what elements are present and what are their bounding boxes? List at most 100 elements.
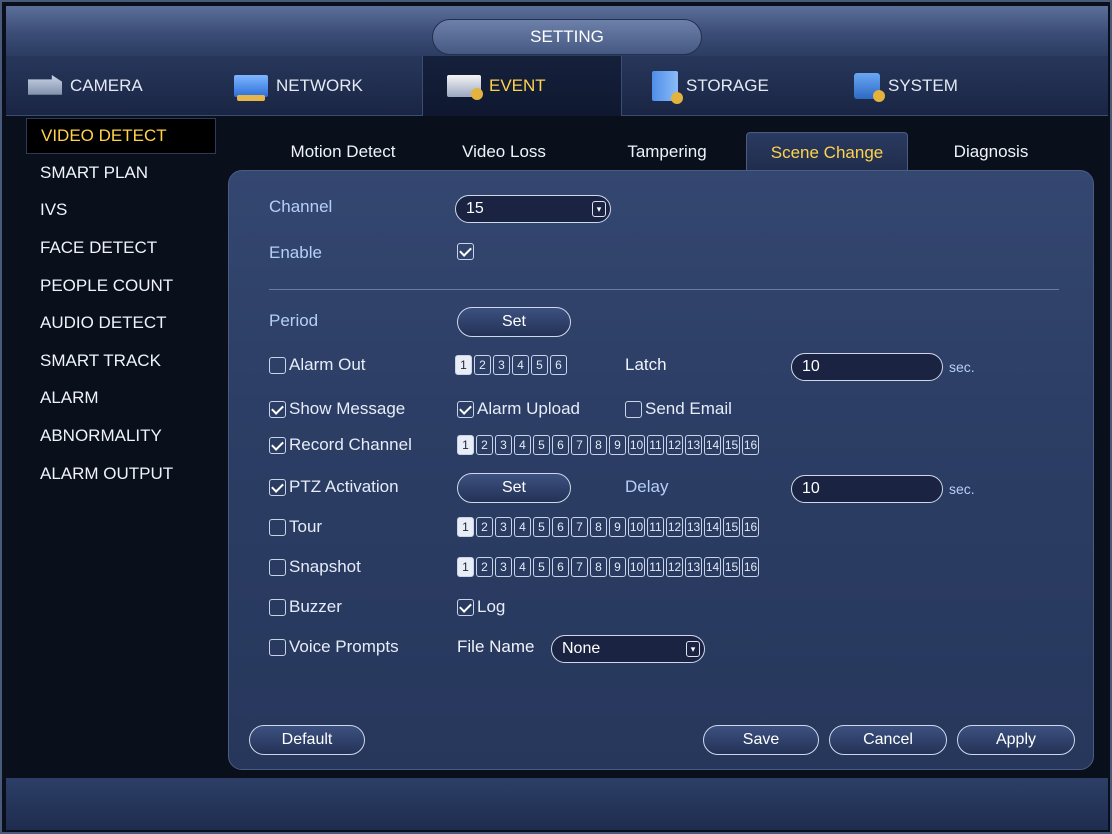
sidebar-item-smart-plan[interactable]: SMART PLAN — [26, 154, 216, 192]
snap-ch-7[interactable]: 7 — [571, 557, 588, 577]
sidebar-item-video-detect[interactable]: VIDEO DETECT — [26, 118, 216, 154]
record-ch-2[interactable]: 2 — [476, 435, 493, 455]
record-channel-checkbox[interactable]: Record Channel — [269, 435, 412, 455]
snap-ch-6[interactable]: 6 — [552, 557, 569, 577]
tab-video-loss[interactable]: Video Loss — [438, 132, 570, 172]
record-ch-3[interactable]: 3 — [495, 435, 512, 455]
default-button[interactable]: Default — [249, 725, 365, 755]
snap-ch-2[interactable]: 2 — [476, 557, 493, 577]
tour-ch-3[interactable]: 3 — [495, 517, 512, 537]
tour-ch-2[interactable]: 2 — [476, 517, 493, 537]
ptz-set-button[interactable]: Set — [457, 473, 571, 503]
channel-select[interactable]: 15 ▾ — [455, 195, 611, 223]
buzzer-checkbox[interactable]: Buzzer — [269, 597, 342, 617]
tour-ch-9[interactable]: 9 — [609, 517, 626, 537]
snap-ch-16[interactable]: 16 — [742, 557, 759, 577]
snap-ch-5[interactable]: 5 — [533, 557, 550, 577]
snap-ch-1[interactable]: 1 — [457, 557, 474, 577]
record-ch-14[interactable]: 14 — [704, 435, 721, 455]
sidebar-item-audio-detect[interactable]: AUDIO DETECT — [26, 304, 216, 342]
tour-ch-7[interactable]: 7 — [571, 517, 588, 537]
send-email-checkbox[interactable]: Send Email — [625, 399, 732, 419]
snap-ch-12[interactable]: 12 — [666, 557, 683, 577]
snap-ch-4[interactable]: 4 — [514, 557, 531, 577]
sidebar-item-people-count[interactable]: PEOPLE COUNT — [26, 267, 216, 305]
snap-ch-8[interactable]: 8 — [590, 557, 607, 577]
tour-ch-16[interactable]: 16 — [742, 517, 759, 537]
tour-ch-15[interactable]: 15 — [723, 517, 740, 537]
record-ch-7[interactable]: 7 — [571, 435, 588, 455]
sidebar-item-smart-track[interactable]: SMART TRACK — [26, 342, 216, 380]
snap-ch-15[interactable]: 15 — [723, 557, 740, 577]
file-name-select[interactable]: None ▾ — [551, 635, 705, 663]
tour-ch-5[interactable]: 5 — [533, 517, 550, 537]
snap-ch-9[interactable]: 9 — [609, 557, 626, 577]
tab-motion-detect[interactable]: Motion Detect — [264, 132, 422, 172]
show-message-checkbox[interactable]: Show Message — [269, 399, 405, 419]
alarm-out-2[interactable]: 2 — [474, 355, 491, 375]
record-ch-13[interactable]: 13 — [685, 435, 702, 455]
tour-ch-11[interactable]: 11 — [647, 517, 664, 537]
snap-ch-10[interactable]: 10 — [628, 557, 645, 577]
cancel-button[interactable]: Cancel — [829, 725, 947, 755]
alarm-out-checkbox[interactable]: Alarm Out — [269, 355, 366, 375]
tab-event[interactable]: EVENT — [422, 56, 622, 116]
snapshot-checkbox[interactable]: Snapshot — [269, 557, 361, 577]
alarm-out-4[interactable]: 4 — [512, 355, 529, 375]
ptz-activation-checkbox[interactable]: PTZ Activation — [269, 477, 399, 497]
sidebar-item-alarm-output[interactable]: ALARM OUTPUT — [26, 455, 216, 493]
record-ch-9[interactable]: 9 — [609, 435, 626, 455]
sidebar-item-face-detect[interactable]: FACE DETECT — [26, 229, 216, 267]
snapshot-numbers: 1 2 3 4 5 6 7 8 9 10 11 12 13 14 15 16 — [457, 557, 759, 577]
delay-input[interactable]: 10 — [791, 475, 943, 503]
voice-prompts-checkbox[interactable]: Voice Prompts — [269, 637, 399, 657]
record-ch-16[interactable]: 16 — [742, 435, 759, 455]
record-ch-4[interactable]: 4 — [514, 435, 531, 455]
enable-check-icon — [457, 243, 474, 260]
tab-system[interactable]: SYSTEM — [854, 56, 1044, 116]
tour-ch-10[interactable]: 10 — [628, 517, 645, 537]
tour-checkbox[interactable]: Tour — [269, 517, 322, 537]
alarm-out-5[interactable]: 5 — [531, 355, 548, 375]
enable-checkbox[interactable] — [457, 243, 477, 260]
tab-camera[interactable]: CAMERA — [28, 56, 218, 116]
tour-ch-8[interactable]: 8 — [590, 517, 607, 537]
tab-diagnosis[interactable]: Diagnosis — [928, 132, 1054, 172]
tab-tampering[interactable]: Tampering — [602, 132, 732, 172]
snap-ch-13[interactable]: 13 — [685, 557, 702, 577]
sidebar-item-ivs[interactable]: IVS — [26, 192, 216, 230]
tour-ch-13[interactable]: 13 — [685, 517, 702, 537]
tab-storage[interactable]: STORAGE — [652, 56, 842, 116]
alarm-out-6[interactable]: 6 — [550, 355, 567, 375]
checkbox-icon — [269, 518, 286, 536]
record-ch-11[interactable]: 11 — [647, 435, 664, 455]
record-ch-5[interactable]: 5 — [533, 435, 550, 455]
snap-ch-14[interactable]: 14 — [704, 557, 721, 577]
sidebar-item-alarm[interactable]: ALARM — [26, 380, 216, 418]
sidebar-item-abnormality[interactable]: ABNORMALITY — [26, 417, 216, 455]
snap-ch-3[interactable]: 3 — [495, 557, 512, 577]
record-ch-8[interactable]: 8 — [590, 435, 607, 455]
alarm-out-3[interactable]: 3 — [493, 355, 510, 375]
record-ch-1[interactable]: 1 — [457, 435, 474, 455]
log-checkbox[interactable]: Log — [457, 597, 505, 617]
record-ch-15[interactable]: 15 — [723, 435, 740, 455]
tour-ch-14[interactable]: 14 — [704, 517, 721, 537]
snap-ch-11[interactable]: 11 — [647, 557, 664, 577]
tour-ch-4[interactable]: 4 — [514, 517, 531, 537]
latch-input[interactable]: 10 — [791, 353, 943, 381]
delay-unit: sec. — [949, 481, 975, 497]
tour-ch-1[interactable]: 1 — [457, 517, 474, 537]
apply-button[interactable]: Apply — [957, 725, 1075, 755]
record-ch-10[interactable]: 10 — [628, 435, 645, 455]
record-ch-6[interactable]: 6 — [552, 435, 569, 455]
alarm-upload-checkbox[interactable]: Alarm Upload — [457, 399, 580, 419]
record-ch-12[interactable]: 12 — [666, 435, 683, 455]
tour-ch-12[interactable]: 12 — [666, 517, 683, 537]
tab-network[interactable]: NETWORK — [234, 56, 424, 116]
save-button[interactable]: Save — [703, 725, 819, 755]
tab-scene-change[interactable]: Scene Change — [746, 132, 908, 172]
alarm-out-1[interactable]: 1 — [455, 355, 472, 375]
period-set-button[interactable]: Set — [457, 307, 571, 337]
tour-ch-6[interactable]: 6 — [552, 517, 569, 537]
